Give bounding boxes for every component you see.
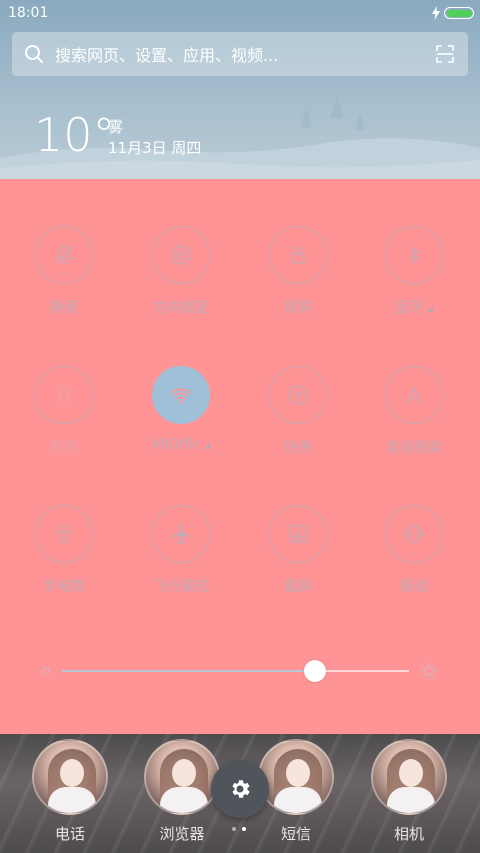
toggle-lock[interactable]: 锁屏 bbox=[240, 226, 356, 336]
toggle-label-text: MIOffic bbox=[152, 437, 201, 453]
page-dot bbox=[232, 827, 236, 831]
toggle-label-text: 快传 bbox=[284, 440, 312, 456]
toggle-label-text: 手电筒 bbox=[43, 579, 85, 595]
brightness-high-icon bbox=[420, 662, 438, 680]
status-time: 18:01 bbox=[8, 5, 49, 21]
toggle-label: 锁屏 bbox=[240, 297, 356, 317]
toggle-airplane[interactable]: 飞行模式 bbox=[123, 505, 239, 615]
auto-brightness-icon bbox=[407, 386, 421, 404]
toggle-label-text: 飞行模式 bbox=[153, 579, 209, 595]
toggle-label-text: 方向锁定 bbox=[153, 300, 209, 316]
toggle-auto-brightness[interactable]: 自动亮度 bbox=[356, 366, 472, 476]
brightness-slider[interactable] bbox=[0, 660, 480, 684]
flashlight-icon bbox=[57, 524, 71, 543]
toggle-label-text: 截屏 bbox=[284, 579, 312, 595]
toggle-label: 手电筒 bbox=[6, 576, 122, 596]
weather-condition: 雾 bbox=[108, 118, 124, 136]
app-icon[interactable] bbox=[144, 739, 220, 815]
share-icon bbox=[288, 385, 308, 405]
toggle-button[interactable] bbox=[385, 226, 443, 284]
dock-app[interactable]: 电话 bbox=[30, 739, 110, 844]
weather-widget[interactable]: 10° bbox=[34, 110, 116, 160]
toggle-bluetooth[interactable]: 蓝牙 bbox=[356, 226, 472, 336]
toggle-button[interactable] bbox=[35, 226, 93, 284]
toggle-bell-mute[interactable]: 静音 bbox=[6, 226, 122, 336]
battery-icon bbox=[444, 7, 474, 19]
toggle-label: 振动 bbox=[356, 576, 472, 596]
brightness-track bbox=[315, 670, 409, 672]
toggle-button[interactable] bbox=[385, 366, 443, 424]
dock-app[interactable]: 浏览器 bbox=[142, 739, 222, 844]
app-label: 相机 bbox=[393, 825, 424, 843]
rotation-lock-icon bbox=[171, 245, 191, 265]
toggle-label-text: 静音 bbox=[50, 300, 78, 316]
brightness-thumb[interactable] bbox=[304, 660, 327, 682]
more-indicator-icon bbox=[203, 443, 210, 449]
data-icon bbox=[57, 386, 71, 404]
toggle-label-text: 振动 bbox=[400, 579, 428, 595]
toggle-label: 快传 bbox=[240, 437, 356, 457]
toggle-button[interactable] bbox=[152, 226, 210, 284]
gear-icon bbox=[232, 780, 250, 798]
toggle-button[interactable] bbox=[35, 366, 93, 424]
temperature: 10° bbox=[34, 108, 116, 162]
app-icon[interactable] bbox=[371, 739, 447, 815]
toggle-wifi[interactable]: MIOffic bbox=[123, 366, 239, 476]
toggle-button[interactable] bbox=[269, 226, 327, 284]
quick-settings-panel: 静音 方向锁定 锁屏 蓝牙数据 MIOffic 快传 自动亮度手电筒 飞行模式 截屏 振动 bbox=[0, 179, 480, 734]
toggle-button[interactable] bbox=[269, 505, 327, 563]
brightness-low-icon bbox=[42, 667, 50, 675]
toggle-rotation-lock[interactable]: 方向锁定 bbox=[123, 226, 239, 336]
toggle-label-text: 数据 bbox=[50, 440, 78, 456]
screenshot-icon bbox=[289, 525, 307, 543]
toggle-flashlight[interactable]: 手电筒 bbox=[6, 505, 122, 615]
toggle-label: 飞行模式 bbox=[123, 576, 239, 596]
toggle-label: 自动亮度 bbox=[356, 437, 472, 457]
toggle-button[interactable] bbox=[35, 505, 93, 563]
wifi-icon bbox=[171, 388, 191, 404]
app-icon[interactable] bbox=[32, 739, 108, 815]
toggle-label-text: 自动亮度 bbox=[386, 440, 442, 456]
toggle-button[interactable] bbox=[385, 505, 443, 563]
status-icons bbox=[432, 6, 474, 20]
toggle-label: 数据 bbox=[6, 437, 122, 457]
page-indicator bbox=[232, 827, 246, 831]
app-icon[interactable] bbox=[258, 739, 334, 815]
charging-icon bbox=[432, 6, 440, 20]
search-input[interactable]: 搜索网页、设置、应用、视频... bbox=[55, 42, 278, 66]
toggle-label: 蓝牙 bbox=[356, 297, 472, 317]
dock: 电话 浏览器 短信 相机 bbox=[0, 734, 480, 853]
brightness-track-filled bbox=[62, 670, 316, 672]
vibrate-icon bbox=[403, 525, 425, 543]
app-label: 电话 bbox=[54, 825, 85, 843]
toggle-label-text: 蓝牙 bbox=[395, 300, 424, 316]
bluetooth-icon bbox=[409, 246, 419, 264]
lock-icon bbox=[291, 246, 305, 264]
bell-mute-icon bbox=[55, 245, 73, 265]
more-indicator-icon bbox=[426, 306, 433, 312]
toggle-button[interactable] bbox=[152, 505, 210, 563]
scan-icon[interactable] bbox=[436, 45, 454, 63]
toggle-label: 静音 bbox=[6, 297, 122, 317]
page-dot-active bbox=[242, 827, 246, 831]
toggle-vibrate[interactable]: 振动 bbox=[356, 505, 472, 615]
toggle-label: 方向锁定 bbox=[123, 297, 239, 317]
app-label: 浏览器 bbox=[159, 825, 205, 843]
toggle-share[interactable]: 快传 bbox=[240, 366, 356, 476]
toggle-data[interactable]: 数据 bbox=[6, 366, 122, 476]
toggle-label: MIOffic bbox=[123, 437, 239, 453]
settings-button[interactable] bbox=[211, 760, 269, 818]
airplane-icon bbox=[172, 524, 190, 544]
toggle-label: 截屏 bbox=[240, 576, 356, 596]
toggle-button[interactable] bbox=[152, 366, 210, 424]
search-bar[interactable]: 搜索网页、设置、应用、视频... bbox=[12, 32, 468, 76]
weather-date: 11月3日 周四 bbox=[108, 139, 202, 157]
search-icon bbox=[25, 45, 43, 63]
status-bar: 18:01 bbox=[0, 0, 480, 26]
app-label: 短信 bbox=[280, 825, 311, 843]
toggle-button[interactable] bbox=[269, 366, 327, 424]
toggle-screenshot[interactable]: 截屏 bbox=[240, 505, 356, 615]
dock-app[interactable]: 相机 bbox=[369, 739, 449, 844]
toggle-label-text: 锁屏 bbox=[284, 300, 312, 316]
